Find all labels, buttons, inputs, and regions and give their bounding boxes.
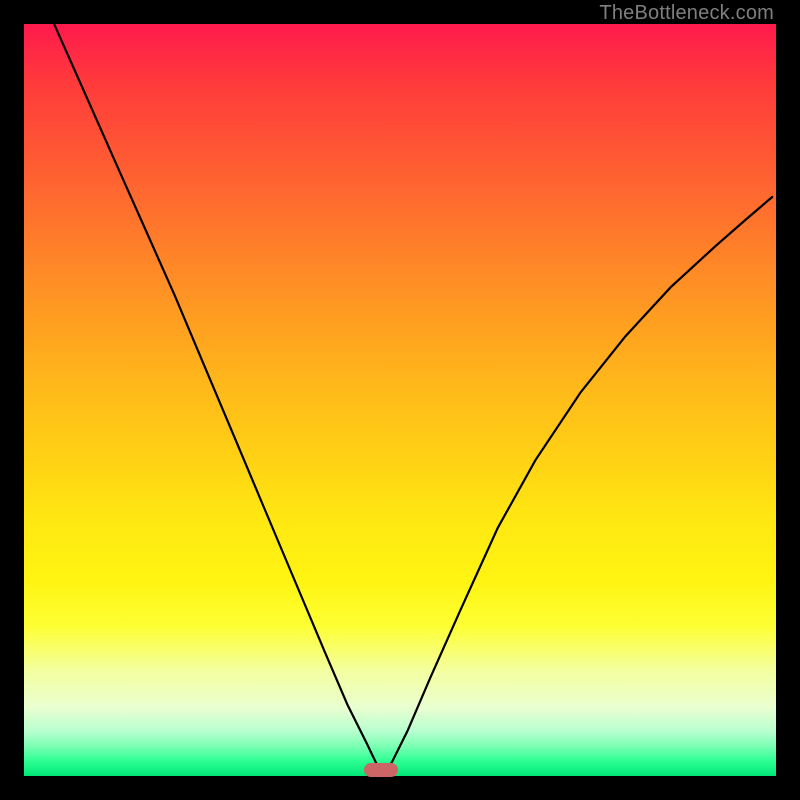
- chart-stage: TheBottleneck.com: [0, 0, 800, 800]
- curve-right: [385, 197, 772, 774]
- bottleneck-marker: [364, 763, 398, 777]
- watermark-text: TheBottleneck.com: [599, 2, 774, 25]
- curve-left: [54, 24, 381, 774]
- curve-svg: [24, 24, 776, 776]
- plot-area: [24, 24, 776, 776]
